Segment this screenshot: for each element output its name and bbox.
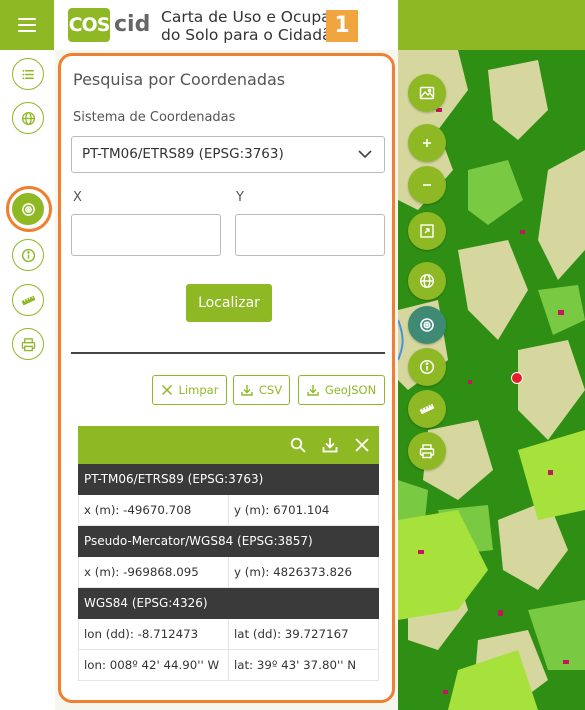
results-header xyxy=(78,426,379,464)
lat-dd-value: lat (dd): 39.727167 xyxy=(228,619,378,649)
download-icon xyxy=(241,385,253,396)
left-toolbar xyxy=(0,50,54,710)
step-badge: 1 xyxy=(326,10,358,42)
divider xyxy=(71,352,385,354)
csv-button[interactable]: CSV xyxy=(233,375,290,405)
target-icon[interactable] xyxy=(12,193,44,225)
search-icon[interactable] xyxy=(290,437,306,453)
app-logo: COS xyxy=(68,8,110,42)
x-value: x (m): -969868.095 xyxy=(84,565,199,579)
results-section-title: Pseudo-Mercator/WGS84 (EPSG:3857) xyxy=(78,526,379,557)
locate-button[interactable]: Localizar xyxy=(186,284,272,322)
target-icon[interactable] xyxy=(408,306,446,344)
print-icon[interactable] xyxy=(408,432,446,470)
y-value: y (m): 6701.104 xyxy=(228,495,378,525)
download-icon xyxy=(307,385,319,396)
hamburger-menu-icon[interactable] xyxy=(0,0,54,50)
lat-dms-value: lat: 39º 43' 37.80'' N xyxy=(228,650,378,680)
fullscreen-icon[interactable] xyxy=(408,212,446,250)
results-table: PT-TM06/ETRS89 (EPSG:3763) x (m): -49670… xyxy=(78,426,379,681)
geojson-label: GeoJSON xyxy=(324,383,377,397)
crs-select[interactable]: PT-TM06/ETRS89 (EPSG:3763) xyxy=(71,136,385,173)
chevron-down-icon xyxy=(358,150,372,159)
x-input[interactable] xyxy=(71,214,221,256)
x-label: X xyxy=(73,190,82,205)
crs-selected-value: PT-TM06/ETRS89 (EPSG:3763) xyxy=(82,146,284,162)
globe-icon[interactable] xyxy=(12,102,44,134)
info-icon[interactable] xyxy=(12,239,44,271)
results-section-title: WGS84 (EPSG:4326) xyxy=(78,588,379,619)
zoom-out-icon[interactable] xyxy=(408,166,446,204)
zoom-in-icon[interactable] xyxy=(408,124,446,162)
location-marker[interactable] xyxy=(511,372,523,384)
panel-highlight: Pesquisa por Coordenadas Sistema de Coor… xyxy=(58,53,395,703)
close-icon xyxy=(161,384,172,396)
table-row: x (m): -969868.095 y (m): 4826373.826 xyxy=(78,557,379,588)
coordinate-search-panel: Pesquisa por Coordenadas Sistema de Coor… xyxy=(55,50,398,710)
table-row: lon (dd): -8.712473 lat (dd): 39.727167 xyxy=(78,619,379,650)
app-logo-suffix: cid xyxy=(114,12,151,37)
results-section-title: PT-TM06/ETRS89 (EPSG:3763) xyxy=(78,464,379,495)
layers-list-icon[interactable] xyxy=(12,58,44,90)
lon-dd-value: lon (dd): -8.712473 xyxy=(84,627,199,641)
y-label: Y xyxy=(236,190,244,205)
y-value: y (m): 4826373.826 xyxy=(228,557,378,587)
csv-label: CSV xyxy=(258,383,283,397)
ruler-icon[interactable] xyxy=(408,390,446,428)
y-input[interactable] xyxy=(235,214,385,256)
globe-icon[interactable] xyxy=(408,262,446,300)
brand-area: COS cid Carta de Uso e Ocupação do Solo … xyxy=(54,0,398,50)
ruler-icon[interactable] xyxy=(12,284,44,316)
lon-dms-value: lon: 008º 42' 44.90'' W xyxy=(84,658,220,672)
print-icon[interactable] xyxy=(12,328,44,360)
info-icon[interactable] xyxy=(408,348,446,386)
map-view[interactable] xyxy=(398,50,585,710)
download-icon[interactable] xyxy=(322,437,338,453)
close-icon[interactable] xyxy=(354,437,370,453)
basemap-icon[interactable] xyxy=(408,74,446,112)
x-value: x (m): -49670.708 xyxy=(84,503,192,517)
crs-label: Sistema de Coordenadas xyxy=(73,110,236,125)
clear-button[interactable]: Limpar xyxy=(152,375,227,405)
geojson-button[interactable]: GeoJSON xyxy=(298,375,385,405)
clear-label: Limpar xyxy=(178,383,219,397)
top-bar: COS cid Carta de Uso e Ocupação do Solo … xyxy=(0,0,585,50)
table-row: lon: 008º 42' 44.90'' W lat: 39º 43' 37.… xyxy=(78,650,379,681)
panel-title: Pesquisa por Coordenadas xyxy=(73,70,286,89)
table-row: x (m): -49670.708 y (m): 6701.104 xyxy=(78,495,379,526)
